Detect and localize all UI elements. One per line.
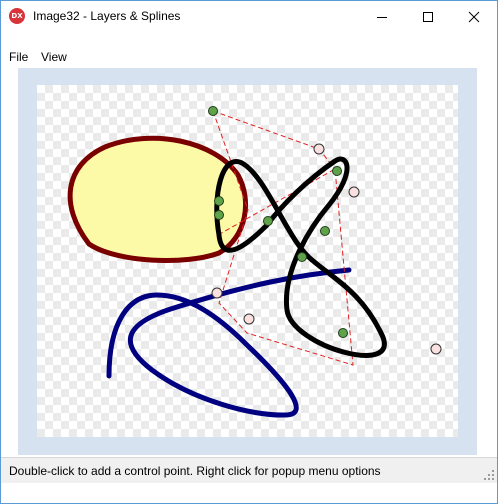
minimize-button[interactable] — [359, 1, 405, 32]
size-grip-icon[interactable] — [484, 470, 494, 480]
menu-bar: File View — [1, 47, 497, 67]
image-canvas[interactable] — [37, 85, 458, 437]
splines-drawing[interactable] — [37, 85, 458, 437]
app-icon: DX — [9, 8, 25, 24]
status-bar: Double-click to add a control point. Rig… — [1, 457, 497, 483]
title-bar[interactable]: DX Image32 - Layers & Splines — [1, 1, 497, 32]
blue-spline-layer[interactable] — [106, 267, 352, 418]
ghost-control-points[interactable] — [211, 143, 442, 355]
app-window: DX Image32 - Layers & Splines File View — [0, 0, 498, 504]
close-button[interactable] — [451, 1, 497, 32]
menu-view[interactable]: View — [41, 50, 67, 64]
window-title: Image32 - Layers & Splines — [33, 9, 181, 23]
status-text: Double-click to add a control point. Rig… — [9, 464, 381, 478]
maximize-icon — [423, 11, 433, 22]
maximize-button[interactable] — [405, 1, 451, 32]
minimize-icon — [377, 16, 387, 18]
client-area — [18, 68, 477, 455]
close-icon — [468, 11, 480, 22]
menu-file[interactable]: File — [9, 50, 28, 64]
